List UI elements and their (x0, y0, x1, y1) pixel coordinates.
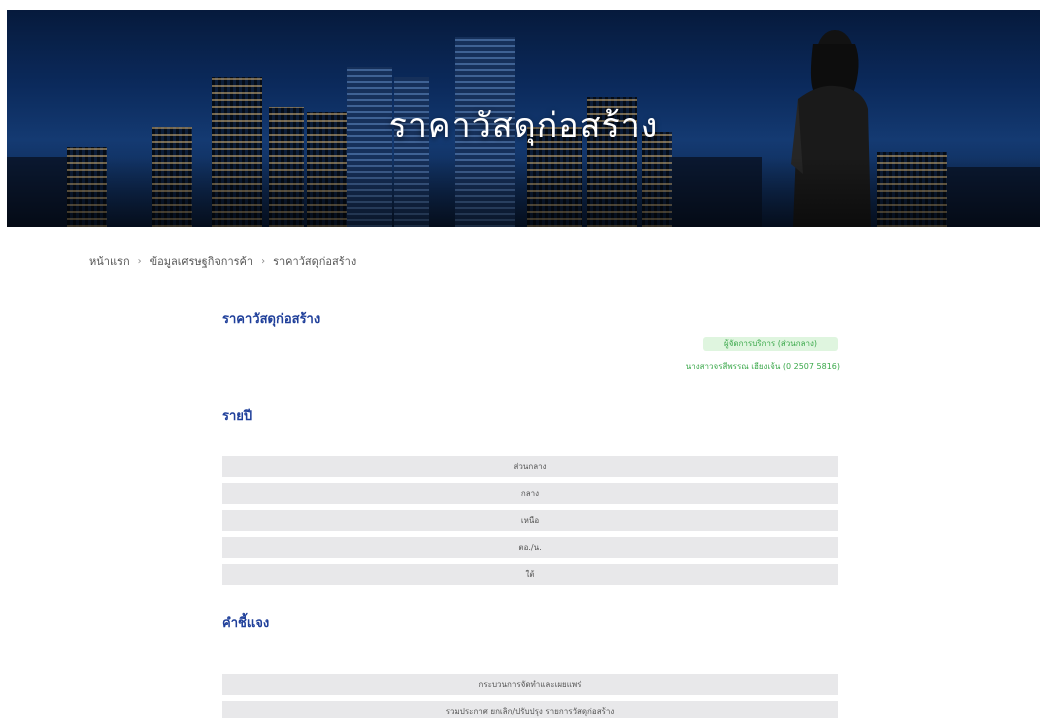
list-item-process[interactable]: กระบวนการจัดทำและเผยแพร่ (222, 674, 838, 695)
section-title-annual: รายปี (222, 409, 253, 424)
hero-banner: ราคาวัสดุก่อสร้าง (7, 10, 1040, 227)
list-item-central[interactable]: กลาง (222, 483, 838, 504)
annual-list: ส่วนกลาง กลาง เหนือ ตอ./น. ใต้ (222, 456, 838, 591)
list-item-north[interactable]: เหนือ (222, 510, 838, 531)
breadcrumb-home[interactable]: หน้าแรก (89, 252, 130, 270)
breadcrumb-economic-trade[interactable]: ข้อมูลเศรษฐกิจการค้า (150, 252, 253, 270)
list-item-announcements[interactable]: รวมประกาศ ยกเลิก/ปรับปรุง รายการวัสดุก่อ… (222, 701, 838, 718)
hero-title: ราคาวัสดุก่อสร้าง (388, 106, 659, 146)
chevron-right-icon: › (261, 255, 266, 267)
contact-info: นางสาวจรสีพรรณ เฮียงเจ้น (0 2507 5816) (685, 362, 840, 371)
breadcrumb: หน้าแรก › ข้อมูลเศรษฐกิจการค้า › ราคาวัส… (89, 252, 356, 270)
hero-shadow (7, 157, 1040, 227)
notes-list: กระบวนการจัดทำและเผยแพร่ รวมประกาศ ยกเลิ… (222, 674, 838, 718)
chevron-right-icon: › (137, 255, 142, 267)
section-title-notes: คำชี้แจง (222, 616, 270, 631)
page-title: ราคาวัสดุก่อสร้าง (222, 312, 321, 327)
breadcrumb-current: ราคาวัสดุก่อสร้าง (273, 255, 357, 268)
list-item-central-region[interactable]: ส่วนกลาง (222, 456, 838, 477)
list-item-northeast[interactable]: ตอ./น. (222, 537, 838, 558)
list-item-south[interactable]: ใต้ (222, 564, 838, 585)
service-manager-badge: ผู้จัดการบริการ (ส่วนกลาง) (703, 337, 838, 351)
